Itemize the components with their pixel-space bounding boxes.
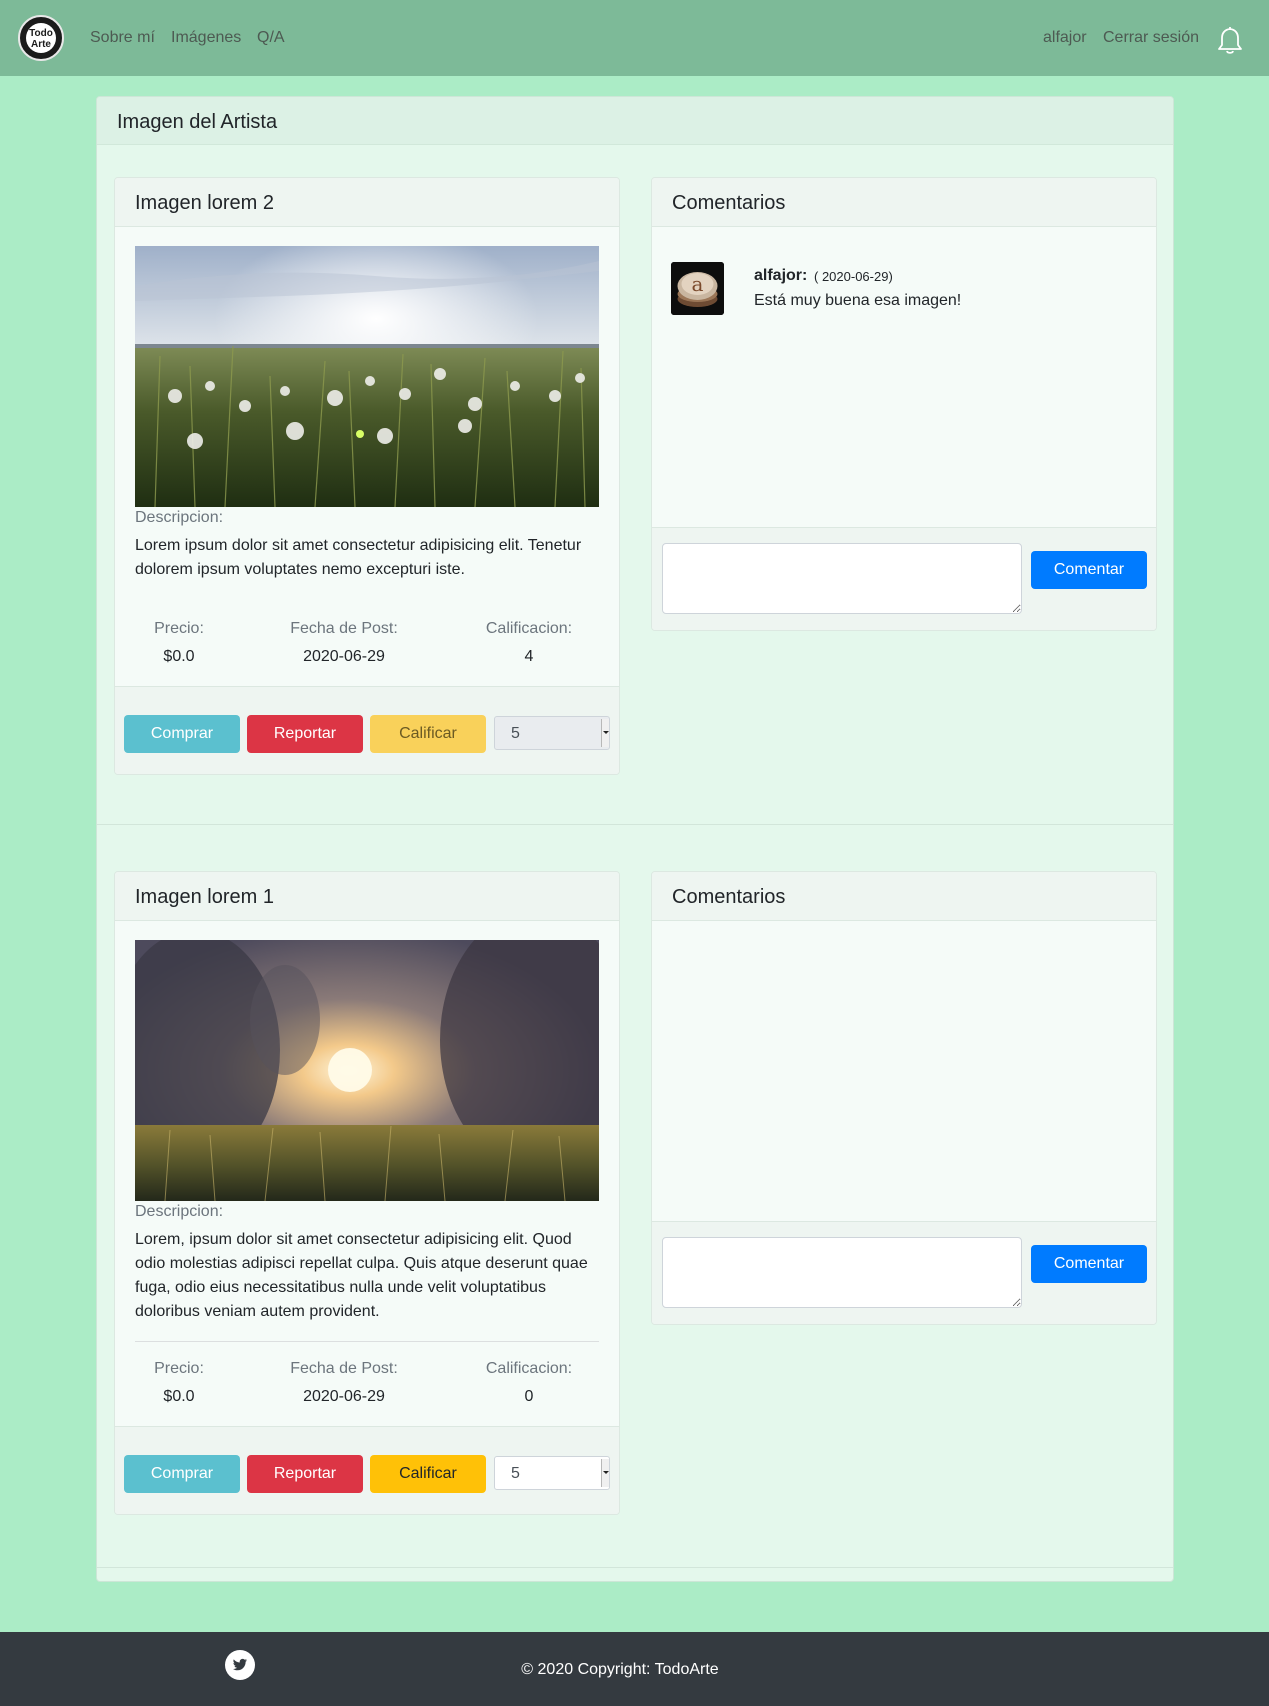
- rating-select-value: 5: [511, 725, 520, 742]
- description-label: Descripcion:: [135, 509, 224, 526]
- alfajor-avatar-icon: a: [671, 262, 724, 315]
- bell-icon[interactable]: [1216, 25, 1244, 56]
- nav-user-link[interactable]: alfajor: [1043, 28, 1087, 47]
- post-divider: [97, 824, 1173, 825]
- comments-title: Comentarios: [672, 192, 786, 214]
- logo-graphic: Todo Arte: [22, 19, 60, 57]
- post-date-label: Fecha de Post:: [290, 620, 398, 637]
- comments-panel-1: Comentarios a alfajor: ( 2020-06-29) Est…: [651, 177, 1157, 631]
- rating-value: 4: [524, 648, 534, 665]
- card-footer-divider: [97, 1567, 1173, 1568]
- rating-select-value: 5: [511, 1465, 520, 1482]
- comment-author: alfajor:: [754, 267, 808, 284]
- comment-input[interactable]: [662, 543, 1022, 614]
- avatar: a: [671, 262, 724, 315]
- image-panel-header: Imagen lorem 1: [115, 872, 619, 921]
- image-actions-footer: Comprar Reportar Calificar 5: [115, 686, 619, 774]
- image-title: Imagen lorem 1: [135, 886, 274, 908]
- comment-text: Está muy buena esa imagen!: [754, 292, 962, 309]
- comment-submit-button[interactable]: Comentar: [1031, 551, 1147, 589]
- nav-link-qa[interactable]: Q/A: [257, 28, 285, 47]
- comment-form: Comentar: [652, 527, 1156, 630]
- description-divider: [135, 1341, 599, 1342]
- copyright-text: © 2020 Copyright: TodoArte: [521, 1661, 719, 1678]
- comments-panel-2: Comentarios Comentar: [651, 871, 1157, 1325]
- nav-link-sobre-mi[interactable]: Sobre mí: [90, 28, 155, 47]
- rating-label: Calificacion:: [485, 1360, 573, 1377]
- image-actions-footer: Comprar Reportar Calificar 5: [115, 1426, 619, 1514]
- image-panel-1: Imagen lorem 2 Descripcion: Lorem ipsum …: [114, 177, 620, 775]
- image-description: Lorem, ipsum dolor sit amet consectetur …: [135, 1231, 588, 1320]
- description-label: Descripcion:: [135, 1203, 224, 1220]
- price-value: $0.0: [163, 648, 195, 665]
- post-date-label: Fecha de Post:: [290, 1360, 398, 1377]
- price-label: Precio:: [154, 1360, 204, 1377]
- image-description: Lorem ipsum dolor sit amet consectetur a…: [135, 537, 582, 578]
- comments-title: Comentarios: [672, 886, 786, 908]
- buy-button[interactable]: Comprar: [124, 715, 240, 753]
- comment-submit-button[interactable]: Comentar: [1031, 1245, 1147, 1283]
- nav-link-imagenes[interactable]: Imágenes: [171, 28, 241, 47]
- artwork-image-sunset-meadow[interactable]: [135, 940, 599, 1201]
- buy-button[interactable]: Comprar: [124, 1455, 240, 1493]
- image-title: Imagen lorem 2: [135, 192, 274, 214]
- chevron-down-icon[interactable]: [601, 1459, 609, 1487]
- rating-select[interactable]: 5: [494, 1456, 610, 1490]
- rating-value: 0: [524, 1388, 534, 1405]
- comments-panel-header: Comentarios: [652, 178, 1156, 227]
- comments-panel-header: Comentarios: [652, 872, 1156, 921]
- image-panel-header: Imagen lorem 2: [115, 178, 619, 227]
- post-date-value: 2020-06-29: [303, 1388, 385, 1405]
- artist-image-card: Imagen del Artista Imagen lorem 2 Descri…: [96, 96, 1174, 1582]
- comment-input[interactable]: [662, 1237, 1022, 1308]
- post-date-value: 2020-06-29: [303, 648, 385, 665]
- rating-label: Calificacion:: [485, 620, 573, 637]
- price-label: Precio:: [154, 620, 204, 637]
- artwork-image-dandelion-field[interactable]: [135, 246, 599, 507]
- logo-text-top: Todo: [29, 28, 53, 39]
- logo-text-bottom: Arte: [31, 39, 51, 50]
- navbar: Todo Arte Sobre mí Imágenes Q/A alfajor …: [0, 0, 1269, 76]
- logout-link[interactable]: Cerrar sesión: [1103, 28, 1199, 47]
- rating-select[interactable]: 5: [494, 716, 610, 750]
- chevron-down-icon[interactable]: [601, 719, 609, 747]
- page-footer: © 2020 Copyright: TodoArte: [0, 1632, 1269, 1706]
- comment-date: ( 2020-06-29): [814, 269, 893, 284]
- price-value: $0.0: [163, 1388, 195, 1405]
- report-button[interactable]: Reportar: [247, 715, 363, 753]
- rate-button[interactable]: Calificar: [370, 1455, 486, 1493]
- main-card-header: Imagen del Artista: [97, 97, 1173, 145]
- rate-button[interactable]: Calificar: [370, 715, 486, 753]
- image-panel-2: Imagen lorem 1 Descripcion: Lorem, ipsum…: [114, 871, 620, 1515]
- report-button[interactable]: Reportar: [247, 1455, 363, 1493]
- svg-text:a: a: [692, 272, 704, 296]
- page-title: Imagen del Artista: [117, 111, 278, 133]
- comment-form: Comentar: [652, 1221, 1156, 1324]
- todoarte-logo[interactable]: Todo Arte: [18, 15, 64, 61]
